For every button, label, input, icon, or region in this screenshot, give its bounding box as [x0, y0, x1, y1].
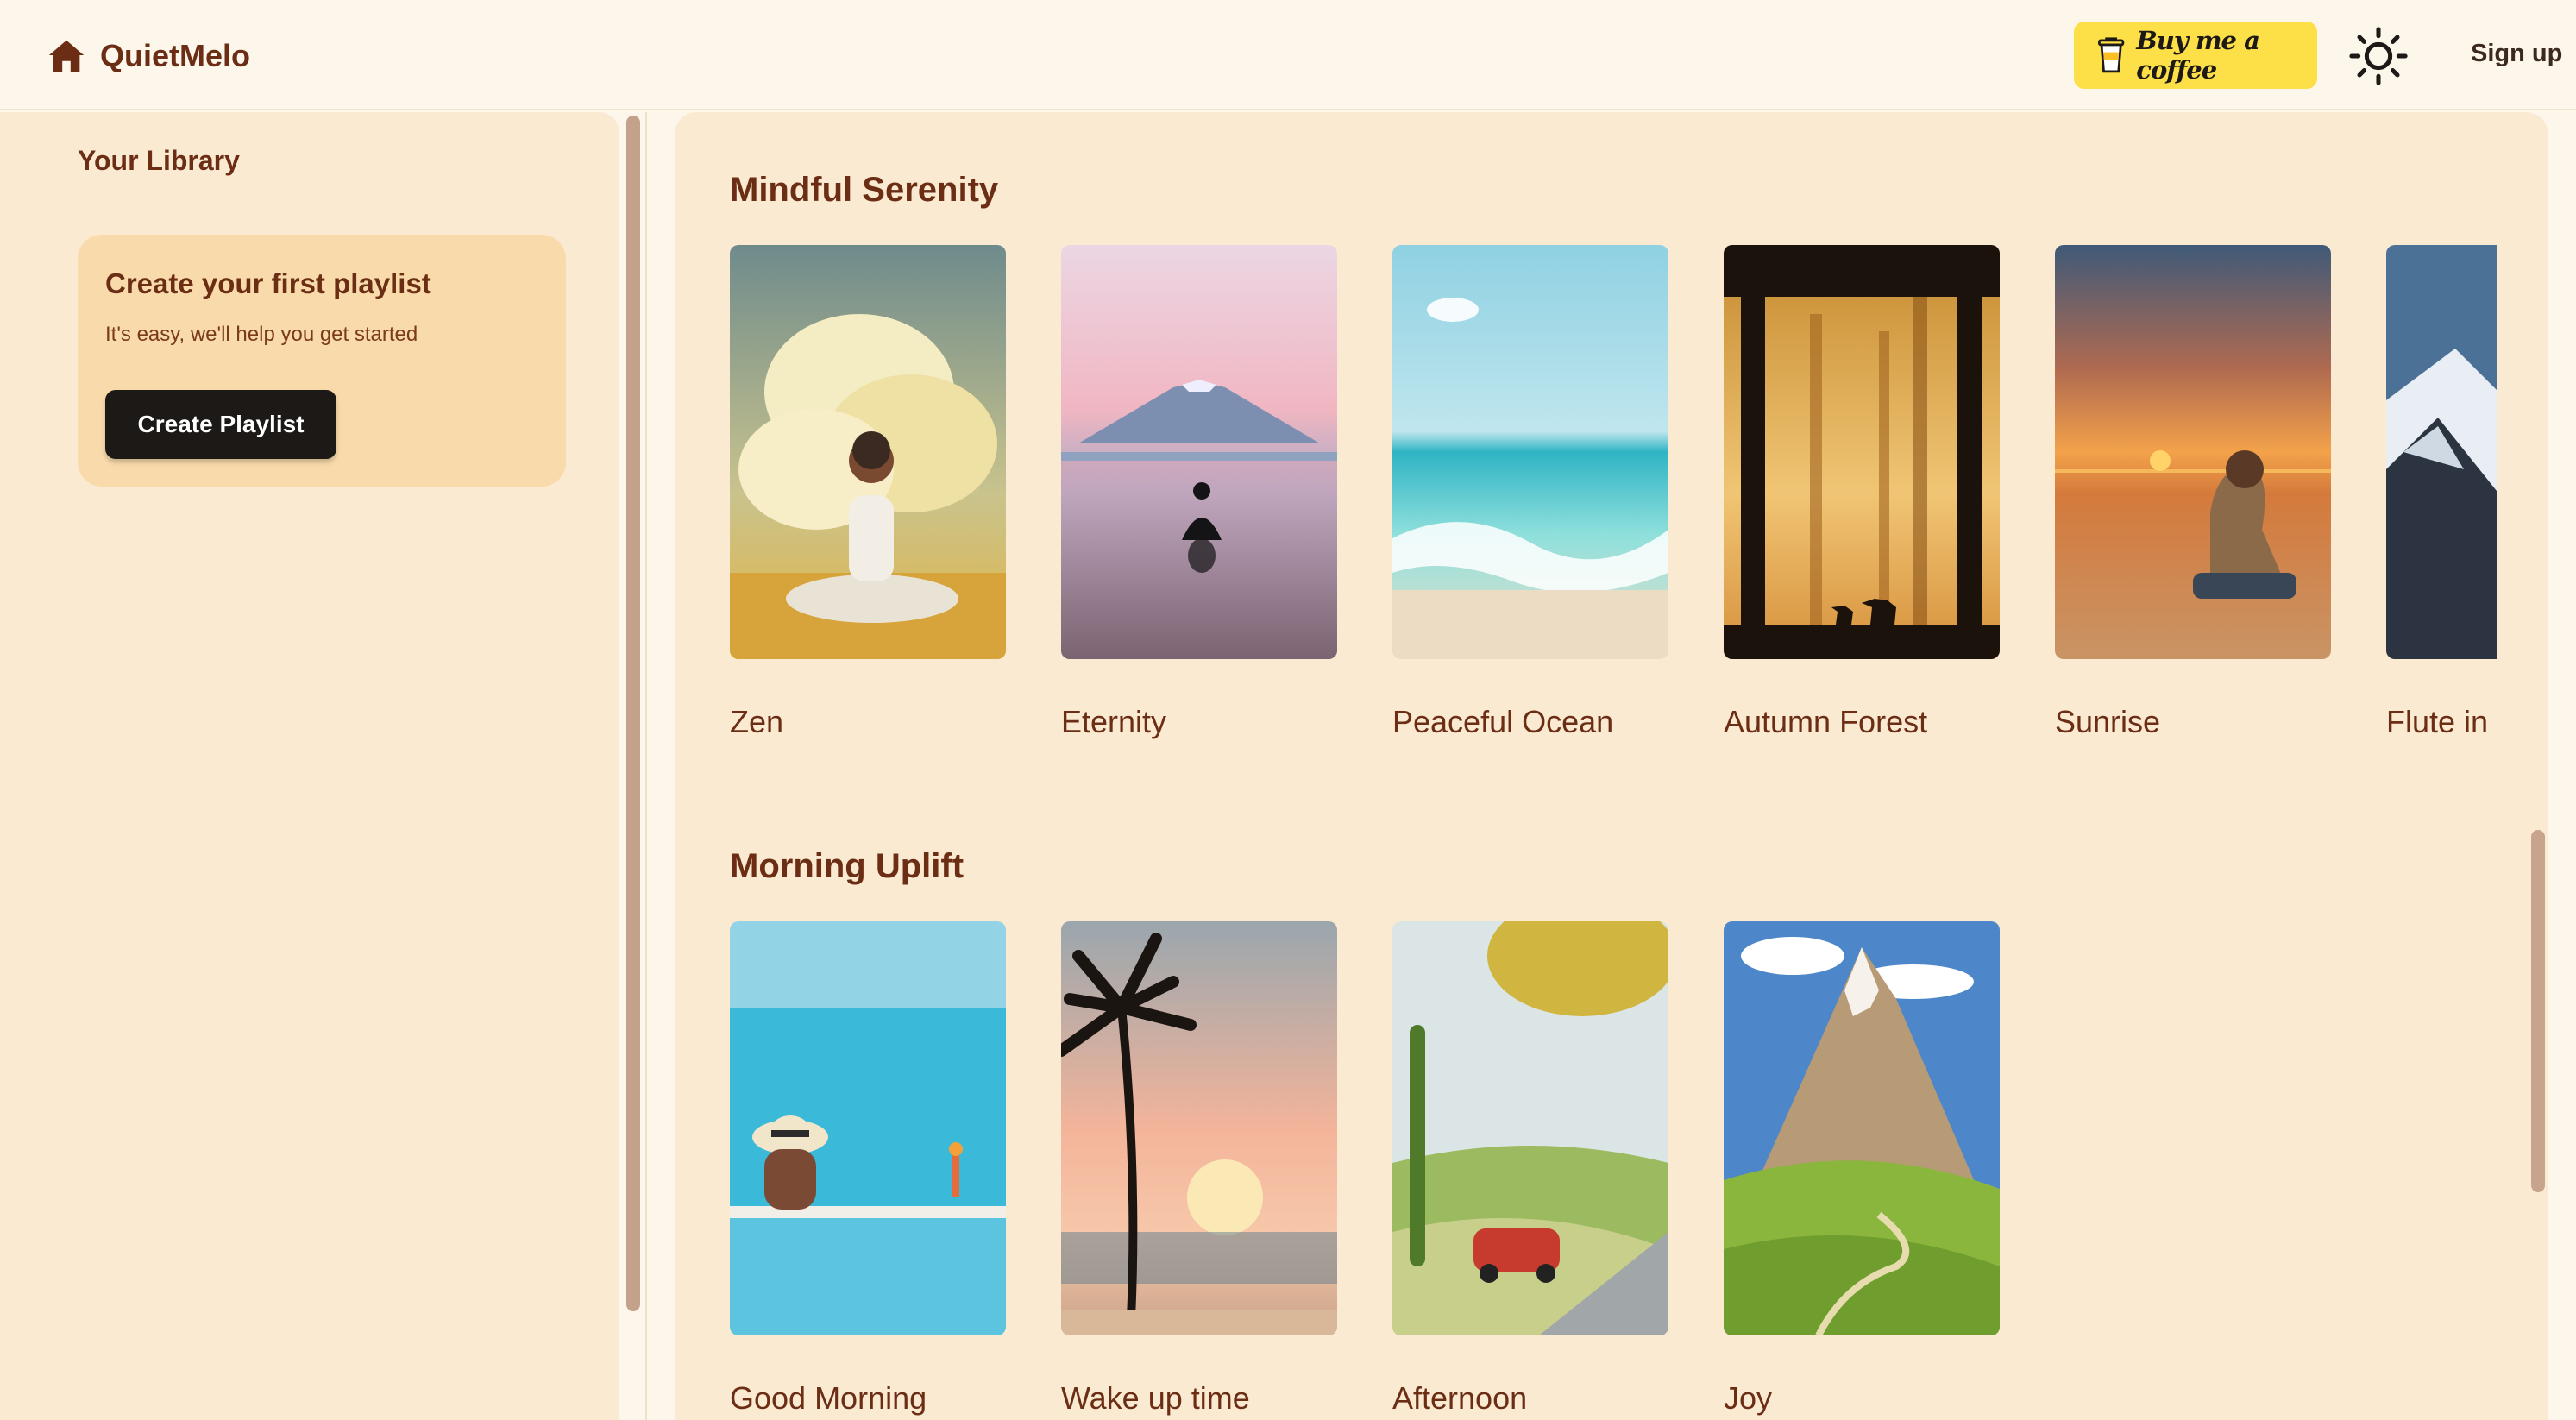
cover-image	[1392, 921, 1668, 1335]
cover-image	[730, 921, 1006, 1335]
playlist-card-good-morning[interactable]: Good Morning	[730, 921, 1006, 1416]
playlist-card-afternoon[interactable]: Afternoon	[1392, 921, 1668, 1416]
brand[interactable]: QuietMelo	[47, 35, 250, 78]
playlist-label: Afternoon	[1392, 1380, 1528, 1416]
section-title-mindful-serenity: Mindful Serenity	[730, 171, 999, 209]
playlist-label: Zen	[730, 704, 784, 739]
playlist-label: Sunrise	[2055, 704, 2161, 739]
cover-image	[730, 245, 1006, 659]
main-scrollbar-thumb[interactable]	[2531, 830, 2545, 1192]
create-playlist-button[interactable]: Create Playlist	[105, 390, 336, 459]
playlist-row-mindful-serenity: Zen Eternity Peaceful Ocean Autumn Fores…	[730, 245, 2497, 763]
playlist-card-flute-in[interactable]: Flute in	[2386, 245, 2497, 739]
sun-icon[interactable]	[2348, 26, 2409, 86]
promo-title: Create your first playlist	[105, 267, 431, 299]
playlist-card-sunrise[interactable]: Sunrise	[2055, 245, 2331, 739]
playlist-card-peaceful-ocean[interactable]: Peaceful Ocean	[1392, 245, 1668, 739]
playlist-label: Autumn Forest	[1724, 704, 1928, 739]
playlist-card-wake-up-time[interactable]: Wake up time	[1061, 921, 1337, 1416]
playlist-card-autumn-forest[interactable]: Autumn Forest	[1724, 245, 2000, 739]
promo-subtitle: It's easy, we'll help you get started	[105, 323, 418, 346]
playlist-row-morning-uplift: Good Morning Wake up time Afternoon Joy	[730, 921, 2497, 1420]
cover-image	[2055, 245, 2331, 659]
app-name: QuietMelo	[100, 38, 251, 73]
coffee-label: Buy me a coffee	[2136, 26, 2260, 85]
playlist-label: Peaceful Ocean	[1392, 704, 1614, 739]
buy-me-a-coffee-button[interactable]: Buy me a coffee	[2074, 22, 2317, 89]
playlist-card-zen[interactable]: Zen	[730, 245, 1006, 739]
sidebar-scrollbar-thumb[interactable]	[626, 116, 640, 1311]
sign-up-link[interactable]: Sign up	[2471, 40, 2562, 68]
cover-image	[1724, 245, 2000, 659]
create-playlist-card: Create your first playlist It's easy, we…	[78, 235, 566, 487]
playlist-card-eternity[interactable]: Eternity	[1061, 245, 1337, 739]
playlist-label: Wake up time	[1061, 1380, 1250, 1416]
cover-image	[1392, 245, 1668, 659]
library-title: Your Library	[78, 145, 240, 176]
playlist-label: Flute in	[2386, 704, 2489, 739]
cover-image	[2386, 245, 2497, 659]
home-icon	[48, 40, 85, 72]
playlist-label: Eternity	[1061, 704, 1167, 739]
section-title-morning-uplift: Morning Uplift	[730, 847, 964, 885]
top-header: QuietMelo Buy me a coffee Sign up	[0, 0, 2576, 110]
cover-image	[1724, 921, 2000, 1335]
cover-image	[1061, 245, 1337, 659]
main-content: Mindful Serenity Zen Eternity Peaceful O…	[675, 112, 2548, 1420]
playlist-label: Good Morning	[730, 1380, 927, 1416]
library-sidebar: Your Library Create your first playlist …	[0, 112, 619, 1420]
panel-divider[interactable]	[645, 112, 647, 1420]
cover-image	[1061, 921, 1337, 1335]
coffee-cup-icon	[2098, 37, 2125, 73]
playlist-card-joy[interactable]: Joy	[1724, 921, 2000, 1416]
playlist-label: Joy	[1724, 1380, 1773, 1416]
